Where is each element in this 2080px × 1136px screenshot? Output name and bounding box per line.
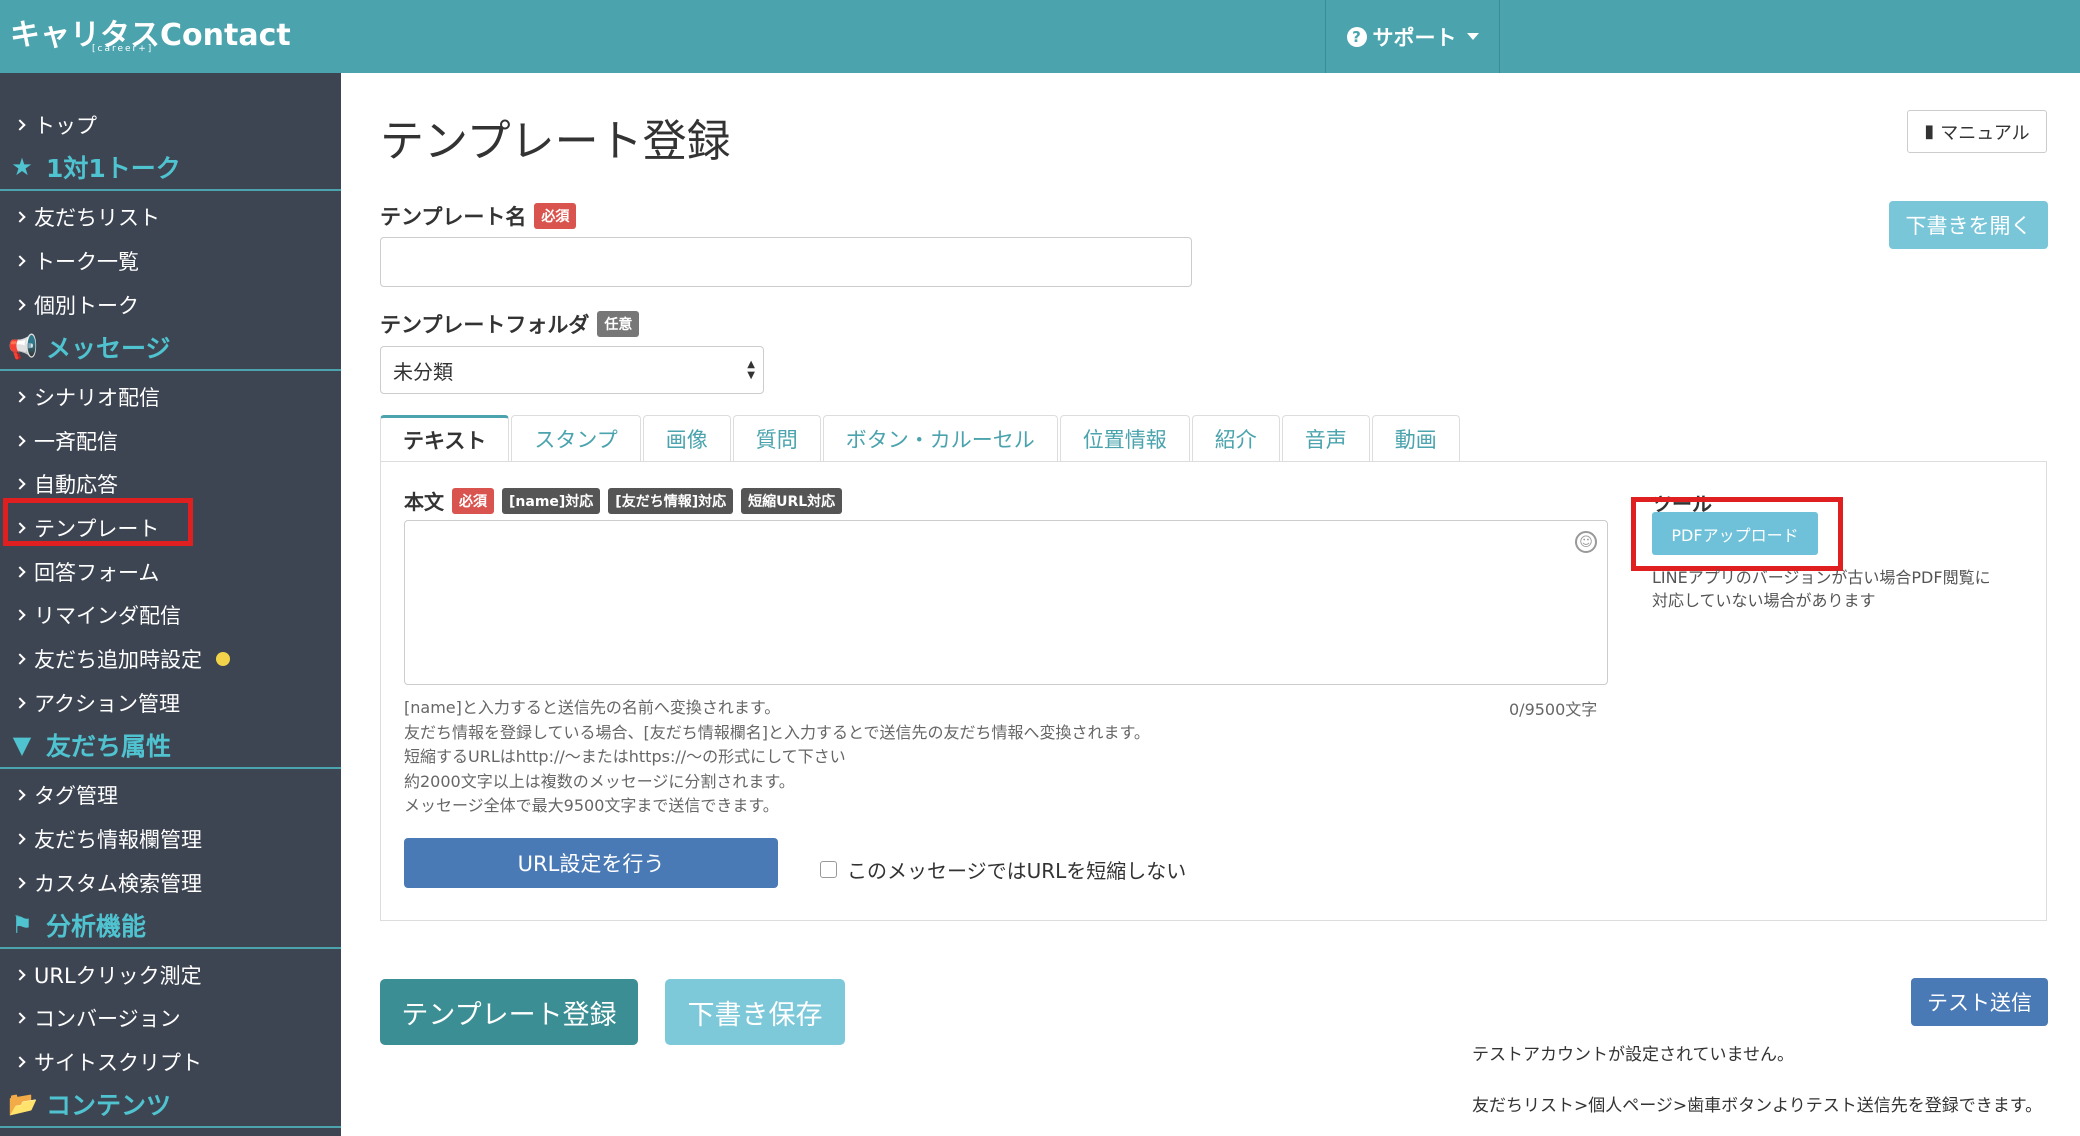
url-settings-button[interactable]: URL設定を行う — [404, 838, 778, 888]
template-folder-label: テンプレートフォルダ 任意 — [380, 309, 640, 339]
megaphone-icon: 📢 — [8, 333, 38, 361]
chevron-right-icon — [14, 833, 26, 845]
sidebar-item-custom-search[interactable]: カスタム検索管理 — [14, 868, 202, 898]
tab-text[interactable]: テキスト — [380, 415, 510, 462]
body-label: 本文 必須 [name]対応 [友だち情報]対応 短縮URL対応 — [404, 486, 843, 515]
tab-stamp[interactable]: スタンプ — [511, 415, 641, 462]
sidebar-item-url-click[interactable]: URLクリック測定 — [14, 960, 202, 990]
short-url-support-badge: 短縮URL対応 — [741, 487, 843, 514]
folder-icon: 📂 — [8, 1090, 38, 1118]
page-title: テンプレート登録 — [380, 116, 731, 167]
select-arrows-icon: ▲ ▼ — [747, 359, 755, 381]
chevron-down-icon — [1466, 33, 1479, 40]
test-account-hint: 友だちリスト>個人ページ>歯車ボタンよりテスト送信先を登録できます。 — [1472, 1096, 2043, 1116]
sidebar-item-conversion[interactable]: コンバージョン — [14, 1003, 181, 1033]
required-badge: 必須 — [452, 487, 494, 514]
sidebar-item-talk-list[interactable]: トーク一覧 — [14, 246, 139, 276]
name-support-badge: [name]対応 — [502, 487, 601, 514]
chevron-right-icon — [14, 969, 26, 981]
manual-button[interactable]: ▮ マニュアル — [1907, 110, 2047, 153]
notification-dot — [216, 652, 230, 666]
save-draft-button[interactable]: 下書き保存 — [665, 979, 845, 1045]
test-send-button[interactable]: テスト送信 — [1911, 978, 2048, 1026]
sidebar-item-friend-info[interactable]: 友だち情報欄管理 — [14, 824, 202, 854]
sidebar-item-scenario[interactable]: シナリオ配信 — [14, 382, 160, 412]
emoji-icon[interactable]: ☺ — [1575, 531, 1597, 553]
tab-image[interactable]: 画像 — [642, 415, 731, 462]
chevron-right-icon — [14, 299, 26, 311]
chevron-right-icon — [14, 789, 26, 801]
book-icon: ▮ — [1924, 121, 1935, 142]
pdf-highlight-box — [1631, 497, 1843, 571]
message-type-tabs: テキスト スタンプ 画像 質問 ボタン・カルーセル 位置情報 紹介 音声 動画 — [380, 415, 1462, 462]
chevron-right-icon — [14, 1056, 26, 1068]
chevron-right-icon — [14, 653, 26, 665]
template-name-input[interactable] — [380, 237, 1192, 287]
support-menu[interactable]: ? サポート — [1325, 0, 1500, 73]
star-icon: ★ — [11, 153, 33, 181]
tab-location[interactable]: 位置情報 — [1059, 415, 1190, 462]
required-badge: 必須 — [534, 203, 577, 229]
app-logo-sub: [career+] — [92, 44, 154, 54]
template-folder-select[interactable]: 未分類 ▲ ▼ — [380, 346, 764, 394]
help-text: [name]と入力すると送信先の名前へ変換されます。 友だち情報を登録している場… — [404, 698, 1150, 815]
chevron-right-icon — [14, 609, 26, 621]
sidebar-item-tag[interactable]: タグ管理 — [14, 780, 118, 810]
optional-badge: 任意 — [597, 311, 640, 337]
chevron-right-icon — [14, 478, 26, 490]
filter-icon: ▼ — [12, 731, 32, 759]
tab-introduction[interactable]: 紹介 — [1191, 415, 1280, 462]
tab-audio[interactable]: 音声 — [1281, 415, 1370, 462]
sidebar-item-friend-list[interactable]: 友だちリスト — [14, 202, 160, 232]
sidebar-section-message: 📢 メッセージ — [0, 325, 341, 371]
chevron-right-icon — [14, 435, 26, 447]
message-body-textarea[interactable]: ☺ — [404, 520, 1608, 685]
sidebar-item-answer-form[interactable]: 回答フォーム — [14, 557, 159, 587]
sidebar-item-individual-talk[interactable]: 個別トーク — [14, 290, 139, 320]
chevron-right-icon — [14, 391, 26, 403]
friend-info-support-badge: [友だち情報]対応 — [608, 487, 734, 514]
help-icon: ? — [1346, 26, 1367, 47]
sidebar-section-talk: ★ 1対1トーク — [0, 145, 341, 191]
tab-question[interactable]: 質問 — [732, 415, 821, 462]
sidebar-section-attr: ▼ 友だち属性 — [0, 723, 341, 769]
chevron-right-icon — [14, 566, 26, 578]
chevron-right-icon — [14, 255, 26, 267]
no-shorten-option[interactable]: このメッセージではURLを短縮しない — [820, 855, 1186, 884]
chevron-right-icon — [14, 119, 26, 131]
no-shorten-checkbox[interactable] — [820, 861, 837, 878]
open-draft-button[interactable]: 下書きを開く — [1889, 201, 2048, 249]
register-template-button[interactable]: テンプレート登録 — [380, 979, 638, 1045]
sidebar-item-action[interactable]: アクション管理 — [14, 688, 180, 718]
template-highlight-box — [3, 498, 193, 546]
chevron-right-icon — [14, 877, 26, 889]
sidebar-item-site-script[interactable]: サイトスクリプト — [14, 1047, 202, 1077]
test-account-note: テストアカウントが設定されていません。 — [1472, 1045, 1794, 1065]
chevron-right-icon — [14, 697, 26, 709]
pdf-note: LINEアプリのバージョンが古い場合PDF閲覧に 対応していない場合があります — [1652, 568, 1991, 610]
template-name-label: テンプレート名 必須 — [380, 201, 577, 231]
sidebar-item-broadcast[interactable]: 一斉配信 — [14, 426, 118, 456]
flag-icon: ⚑ — [11, 911, 33, 939]
sidebar-section-analysis: ⚑ 分析機能 — [0, 903, 341, 949]
tab-button-carousel[interactable]: ボタン・カルーセル — [822, 415, 1058, 462]
app-header: キャリタスContact [career+] ? サポート — [0, 0, 2080, 73]
chevron-right-icon — [14, 1012, 26, 1024]
tab-video[interactable]: 動画 — [1371, 415, 1460, 462]
sidebar-section-contents: 📂 コンテンツ — [0, 1082, 341, 1128]
sidebar-item-top[interactable]: トップ — [14, 110, 97, 140]
sidebar-item-auto-reply[interactable]: 自動応答 — [14, 469, 118, 499]
sidebar-item-friend-add[interactable]: 友だち追加時設定 — [14, 644, 230, 674]
sidebar-item-reminder[interactable]: リマインダ配信 — [14, 600, 181, 630]
chevron-right-icon — [14, 211, 26, 223]
character-counter: 0/9500文字 — [1509, 700, 1598, 719]
support-label: サポート — [1372, 25, 1457, 50]
